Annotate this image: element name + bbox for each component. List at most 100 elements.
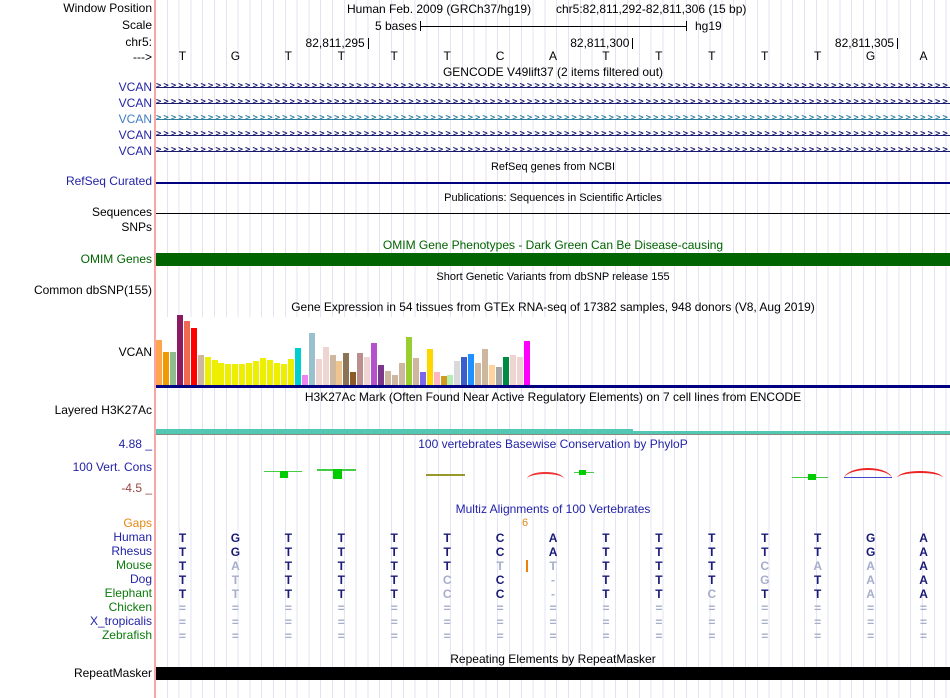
refseq-gene-line[interactable] [156,182,950,184]
phylop-track-label[interactable]: 100 Vert. Cons [73,461,152,474]
gtex-tissue-bar[interactable] [239,364,246,385]
gtex-tissue-bar[interactable] [378,365,385,385]
phylop-peak [897,471,943,478]
alignment-base: C [495,587,505,601]
gtex-tissue-bar[interactable] [343,353,350,385]
gtex-tissue-bar[interactable] [461,357,468,385]
gtex-tissue-bar[interactable] [426,349,433,385]
repeatmasker-bar[interactable] [156,667,950,680]
gtex-tissue-bar[interactable] [218,363,225,385]
snps-label[interactable]: SNPs [121,221,152,234]
alignment-base: T [443,531,451,545]
gtex-tissue-bar[interactable] [433,372,440,385]
gtex-tissue-bar[interactable] [447,375,454,385]
alignment-base: T [231,573,240,587]
gtex-tissue-bar[interactable] [503,357,509,385]
gtex-tissue-bar[interactable] [301,375,308,385]
reference-base: T [602,49,610,63]
gtex-tissue-bar[interactable] [204,357,211,385]
gtex-baseline[interactable] [156,385,950,388]
repeatmasker-label[interactable]: RepeatMasker [74,667,152,680]
common-dbsnp-label[interactable]: Common dbSNP(155) [34,284,152,297]
gtex-tissue-bar[interactable] [267,360,274,385]
gtex-tissue-bar[interactable] [246,363,253,385]
gtex-tissue-bar[interactable] [190,328,197,385]
gtex-tissue-bar[interactable] [183,321,190,385]
gtex-tissue-bar[interactable] [350,372,357,385]
species-label[interactable]: Elephant [105,587,152,600]
refseq-curated-label[interactable]: RefSeq Curated [66,175,152,188]
gtex-tissue-bar[interactable] [322,347,329,385]
alignment-base: T [178,587,187,601]
gtex-tissue-bar[interactable] [357,353,364,385]
gtex-tissue-bar[interactable] [496,367,503,385]
gtex-tissue-bar[interactable] [475,363,482,385]
species-label[interactable]: Chicken [109,601,152,614]
gtex-tissue-bar[interactable] [454,361,461,385]
species-label[interactable]: Zebrafish [102,629,152,642]
gtex-tissue-bar[interactable] [156,340,162,385]
alignment-base: T [284,545,293,559]
gtex-tissue-bar[interactable] [176,315,183,385]
gtex-tissue-bar[interactable] [398,363,405,385]
gencode-gene-label[interactable]: VCAN [119,97,152,110]
gtex-tissue-bar[interactable] [315,359,322,385]
species-label[interactable]: Mouse [116,559,152,572]
alignment-base: T [284,587,293,601]
omim-genes-label[interactable]: OMIM Genes [81,253,152,266]
gencode-transcript-line[interactable]: >>>>>>>>>>>>>>>>>>>>>>>>>>>>>>>>>>>>>>>>… [156,81,950,94]
gencode-gene-label[interactable]: VCAN [119,113,152,126]
gencode-transcript-line[interactable]: >>>>>>>>>>>>>>>>>>>>>>>>>>>>>>>>>>>>>>>>… [156,129,950,142]
alignment-base: = [549,601,557,615]
gtex-tissue-bar[interactable] [294,348,301,385]
gtex-tissue-bar[interactable] [211,360,218,385]
gtex-tissue-bar[interactable] [516,357,523,385]
insertion-tick [525,560,528,572]
gtex-tissue-bar[interactable] [419,372,426,385]
gtex-tissue-bar[interactable] [468,354,475,385]
species-label[interactable]: Rhesus [111,545,152,558]
gtex-gene-label[interactable]: VCAN [119,346,152,359]
gaps-row-label[interactable]: Gaps [123,517,152,530]
gtex-tissue-bar[interactable] [523,341,530,385]
gtex-tissue-bar[interactable] [482,349,489,385]
species-label[interactable]: X_tropicalis [90,615,152,628]
gtex-tissue-bar[interactable] [412,358,419,385]
species-label[interactable]: Human [113,531,152,544]
gtex-tissue-bar[interactable] [253,361,260,385]
gtex-tissue-bar[interactable] [385,371,392,385]
reference-base: T [708,49,716,63]
alignment-base: = [549,629,557,643]
gtex-tissue-bar[interactable] [162,352,169,385]
sequences-line[interactable] [156,213,950,214]
gtex-tissue-bar[interactable] [440,376,447,385]
gtex-tissue-bar[interactable] [509,355,516,385]
gencode-gene-label[interactable]: VCAN [119,129,152,142]
gtex-tissue-bar[interactable] [364,357,371,385]
gtex-tissue-bar[interactable] [336,361,343,385]
gtex-tissue-bar[interactable] [391,375,398,385]
gtex-tissue-bar[interactable] [273,363,280,385]
gtex-tissue-bar[interactable] [371,343,378,385]
gencode-transcript-line[interactable]: >>>>>>>>>>>>>>>>>>>>>>>>>>>>>>>>>>>>>>>>… [156,145,950,158]
gtex-tissue-bar[interactable] [232,364,239,385]
gencode-gene-label[interactable]: VCAN [119,81,152,94]
gtex-tissue-bar[interactable] [308,333,315,385]
gtex-tissue-bar[interactable] [329,355,336,385]
alignment-base: T [496,559,504,573]
gtex-tissue-bar[interactable] [280,364,287,385]
gtex-tissue-bar[interactable] [260,358,267,385]
sequences-label[interactable]: Sequences [92,206,152,219]
species-label[interactable]: Dog [130,573,152,586]
gencode-transcript-line[interactable]: >>>>>>>>>>>>>>>>>>>>>>>>>>>>>>>>>>>>>>>>… [156,113,950,126]
gtex-tissue-bar[interactable] [405,337,412,385]
gtex-tissue-bar[interactable] [287,359,294,385]
gencode-gene-label[interactable]: VCAN [119,145,152,158]
layered-h3k27ac-label[interactable]: Layered H3K27Ac [55,404,152,417]
gtex-tissue-bar[interactable] [197,355,204,385]
gtex-tissue-bar[interactable] [489,365,496,385]
gtex-tissue-bar[interactable] [169,352,176,385]
omim-gene-bar[interactable] [156,253,950,266]
gencode-transcript-line[interactable]: >>>>>>>>>>>>>>>>>>>>>>>>>>>>>>>>>>>>>>>>… [156,97,950,110]
gtex-tissue-bar[interactable] [225,364,232,385]
